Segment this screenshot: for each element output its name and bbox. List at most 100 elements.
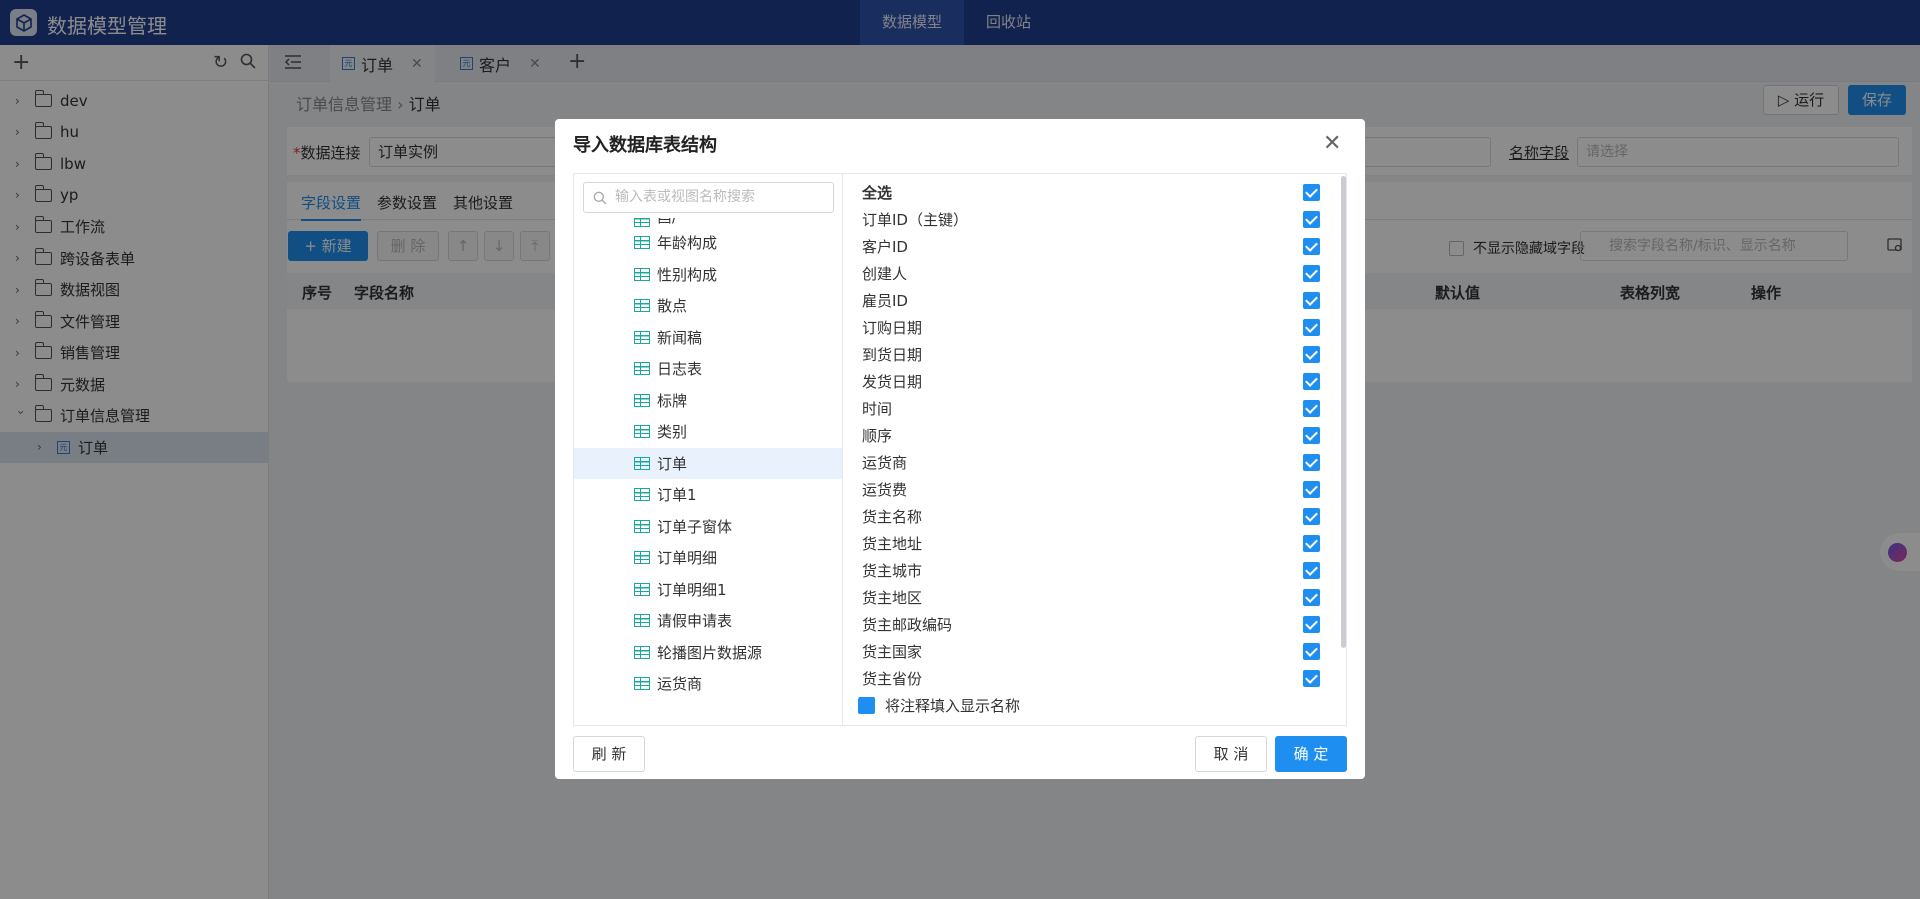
- table-icon: [634, 330, 650, 344]
- field-label: 货主地区: [862, 589, 923, 607]
- table-item[interactable]: 酉/: [574, 218, 842, 227]
- field-label: 货主邮政编码: [862, 616, 953, 634]
- table-icon: [634, 614, 650, 628]
- fill-comment-checkbox[interactable]: [858, 697, 875, 714]
- field-list-pane: 全选 订单ID（主键） 客户ID 创建人雇员ID 订购日期到货日期发货日期时间顺序运货…: [844, 174, 1346, 725]
- field-checkbox[interactable]: [1303, 292, 1320, 309]
- table-icon: [634, 393, 650, 407]
- field-row[interactable]: 订购日期: [844, 314, 1346, 341]
- field-row[interactable]: 货主省份: [844, 665, 1346, 692]
- field-checkbox[interactable]: [1303, 454, 1320, 471]
- refresh-button[interactable]: 刷 新: [573, 736, 645, 772]
- field-checkbox[interactable]: [1303, 211, 1320, 228]
- table-item-label: 年龄构成: [657, 234, 718, 253]
- close-icon[interactable]: ✕: [1323, 131, 1341, 156]
- table-item[interactable]: 订单子窗体: [574, 511, 842, 543]
- field-checkbox[interactable]: [1303, 346, 1320, 363]
- field-checkbox[interactable]: [1303, 562, 1320, 579]
- table-item[interactable]: 年龄构成: [574, 227, 842, 259]
- field-checkbox[interactable]: [1303, 481, 1320, 498]
- field-checkbox[interactable]: [1303, 265, 1320, 282]
- field-checkbox[interactable]: [1303, 535, 1320, 552]
- field-checkbox[interactable]: [1303, 427, 1320, 444]
- table-item[interactable]: 散点: [574, 290, 842, 322]
- cancel-button[interactable]: 取 消: [1195, 736, 1267, 772]
- table-item-label: 性别构成: [657, 265, 718, 284]
- table-item-label: 订单明细: [657, 549, 718, 568]
- field-checkbox[interactable]: [1303, 643, 1320, 660]
- field-row[interactable]: 货主邮政编码: [844, 611, 1346, 638]
- field-checkbox[interactable]: [1303, 589, 1320, 606]
- table-item[interactable]: 请假申请表: [574, 605, 842, 637]
- field-row[interactable]: 雇员ID: [844, 287, 1346, 314]
- dialog-body: 输入表或视图名称搜索 酉/ 年龄构成性别构成散点新闻稿日志表标牌类别订单订单1 订…: [573, 173, 1347, 726]
- table-item[interactable]: 订单明细: [574, 542, 842, 574]
- field-row[interactable]: 运货商: [844, 449, 1346, 476]
- field-checkbox[interactable]: [1303, 508, 1320, 525]
- table-item[interactable]: 类别: [574, 416, 842, 448]
- select-all-label: 全选: [862, 184, 893, 202]
- table-icon: [634, 519, 650, 533]
- field-row[interactable]: 货主国家: [844, 638, 1346, 665]
- field-label: 到货日期: [862, 346, 923, 364]
- select-all-row[interactable]: 全选: [844, 179, 1346, 206]
- select-all-checkbox[interactable]: [1303, 184, 1320, 201]
- table-item[interactable]: 轮播图片数据源: [574, 637, 842, 669]
- field-checkbox[interactable]: [1303, 238, 1320, 255]
- table-item[interactable]: 订单明细1: [574, 574, 842, 606]
- table-item[interactable]: 性别构成: [574, 259, 842, 291]
- table-item[interactable]: 订单1: [574, 479, 842, 511]
- field-row[interactable]: 创建人: [844, 260, 1346, 287]
- table-item[interactable]: 日志表: [574, 353, 842, 385]
- table-item[interactable]: 订单: [574, 447, 842, 479]
- table-list: 酉/ 年龄构成性别构成散点新闻稿日志表标牌类别订单订单1 订单子窗体订单明细订单明…: [574, 218, 842, 700]
- scrollbar[interactable]: [1341, 176, 1346, 648]
- field-row[interactable]: 货主城市: [844, 557, 1346, 584]
- field-row[interactable]: 订单ID（主键）: [844, 206, 1346, 233]
- fill-comment-label: 将注释填入显示名称: [885, 697, 1021, 715]
- field-checkbox[interactable]: [1303, 400, 1320, 417]
- field-row[interactable]: 时间: [844, 395, 1346, 422]
- table-search-input[interactable]: 输入表或视图名称搜索: [583, 182, 834, 213]
- field-label: 创建人: [862, 265, 908, 283]
- field-row[interactable]: 发货日期: [844, 368, 1346, 395]
- field-checkbox[interactable]: [1303, 670, 1320, 687]
- table-item[interactable]: 运货商: [574, 668, 842, 700]
- field-checkbox[interactable]: [1303, 319, 1320, 336]
- field-label: 货主名称: [862, 508, 923, 526]
- field-row[interactable]: 顺序: [844, 422, 1346, 449]
- field-label: 货主城市: [862, 562, 923, 580]
- field-label: 发货日期: [862, 373, 923, 391]
- field-checkbox[interactable]: [1303, 616, 1320, 633]
- table-item-label: 日志表: [657, 360, 703, 379]
- table-item-label: 运货商: [657, 675, 703, 694]
- table-item[interactable]: 新闻稿: [574, 322, 842, 354]
- table-icon: [634, 218, 650, 227]
- table-icon: [634, 236, 650, 250]
- field-row[interactable]: 货主名称: [844, 503, 1346, 530]
- table-icon: [634, 425, 650, 439]
- field-label: 订单ID（主键）: [862, 211, 968, 229]
- field-label: 货主地址: [862, 535, 923, 553]
- field-label: 货主国家: [862, 643, 923, 661]
- table-item-label: 订单1: [657, 486, 697, 505]
- field-row[interactable]: 货主地址: [844, 530, 1346, 557]
- table-icon: [634, 582, 650, 596]
- field-row[interactable]: 到货日期: [844, 341, 1346, 368]
- field-row[interactable]: 运货费: [844, 476, 1346, 503]
- field-label: 货主省份: [862, 670, 923, 688]
- table-item-label: 请假申请表: [657, 612, 733, 631]
- table-item[interactable]: 标牌: [574, 385, 842, 417]
- table-item-label: 订单明细1: [657, 580, 727, 599]
- ok-button[interactable]: 确 定: [1275, 736, 1347, 772]
- field-checkbox[interactable]: [1303, 373, 1320, 390]
- table-icon: [634, 299, 650, 313]
- table-icon: [634, 362, 650, 376]
- field-row[interactable]: 客户ID: [844, 233, 1346, 260]
- field-label: 运货费: [862, 481, 908, 499]
- field-list: 订单ID（主键） 客户ID 创建人雇员ID 订购日期到货日期发货日期时间顺序运货商运货…: [844, 206, 1346, 692]
- field-row[interactable]: 货主地区: [844, 584, 1346, 611]
- field-label: 时间: [862, 400, 893, 418]
- field-label: 顺序: [862, 427, 893, 445]
- fill-comment-row[interactable]: 将注释填入显示名称: [844, 692, 1346, 719]
